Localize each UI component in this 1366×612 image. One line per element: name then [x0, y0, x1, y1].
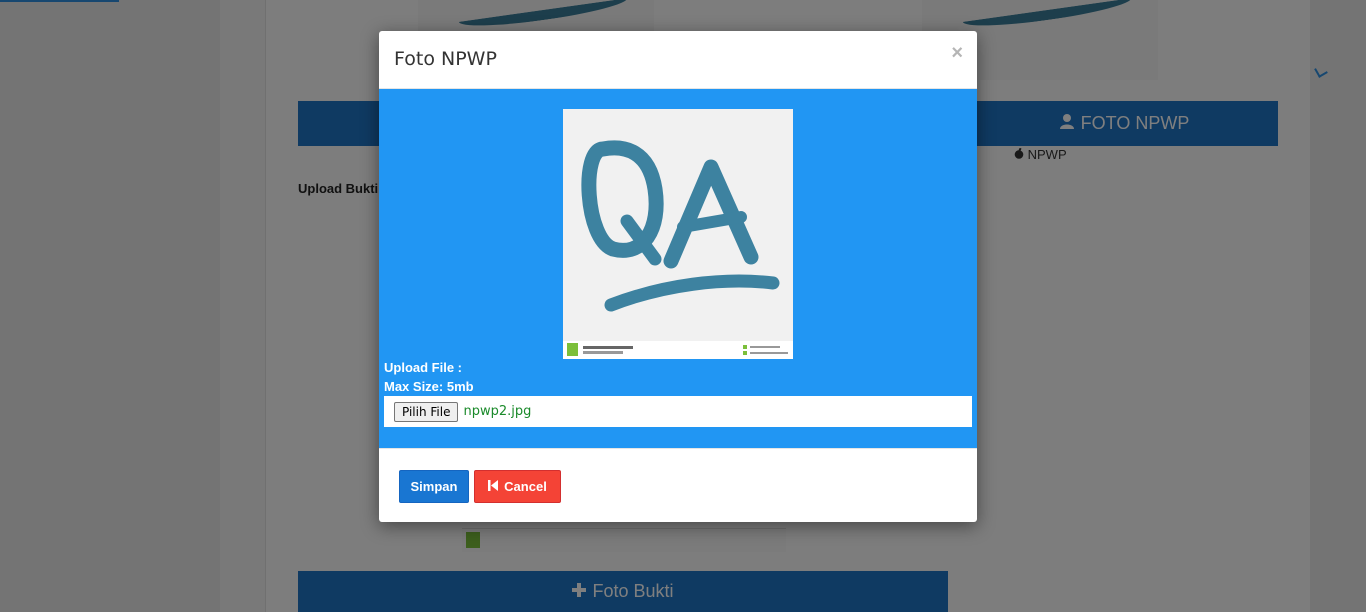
max-size-label: Max Size: 5mb	[384, 379, 474, 394]
save-button[interactable]: Simpan	[399, 470, 469, 503]
selected-file-name: npwp2.jpg	[463, 404, 532, 419]
modal-body: Upload File : Max Size: 5mb Pilih File n…	[379, 89, 977, 448]
cancel-button[interactable]: Cancel	[474, 470, 561, 503]
modal-title: Foto NPWP	[394, 48, 497, 70]
file-input[interactable]: Pilih File npwp2.jpg	[384, 396, 972, 427]
cancel-label: Cancel	[504, 479, 547, 494]
image-preview	[563, 109, 793, 359]
foto-npwp-modal: Foto NPWP × Upload File: Max Size: 5mb …	[379, 31, 977, 522]
modal-footer: Simpan Cancel	[379, 448, 977, 522]
modal-header: Foto NPWP ×	[379, 31, 977, 89]
upload-file-label: Upload File :	[384, 360, 462, 375]
choose-file-button[interactable]: Pilih File	[394, 401, 459, 422]
close-icon[interactable]: ×	[951, 43, 963, 63]
step-backward-icon	[488, 479, 499, 494]
